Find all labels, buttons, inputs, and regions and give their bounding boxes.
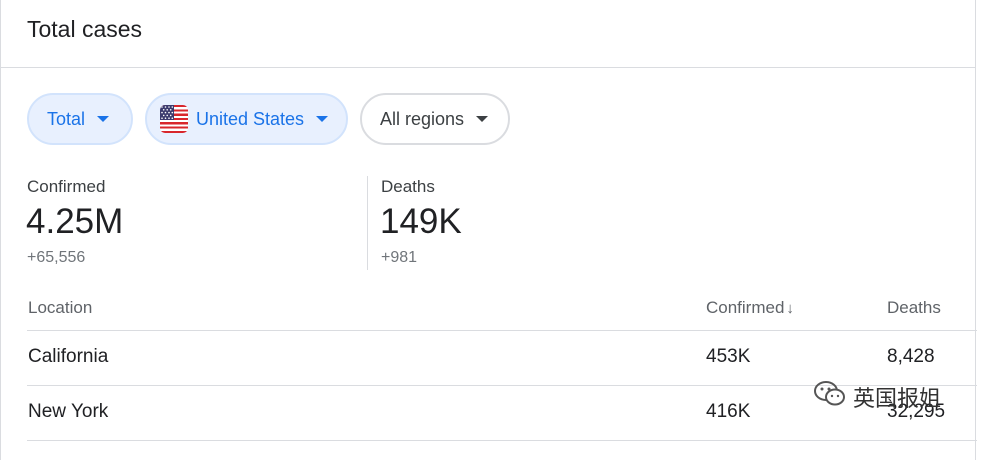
- watermark-text: 英国报姐: [853, 386, 942, 411]
- caret-down-icon: [97, 116, 110, 122]
- caret-down-icon: [316, 116, 329, 122]
- stats-divider: [367, 176, 368, 270]
- row-confirmed: 453K: [706, 346, 751, 367]
- row-location: California: [28, 346, 109, 367]
- caret-down-icon: [476, 116, 489, 122]
- region-dropdown-label: All regions: [380, 108, 465, 129]
- card-title: Total cases: [27, 16, 143, 42]
- us-flag-icon: [160, 105, 188, 133]
- watermark: 英国报姐: [813, 380, 941, 414]
- confirmed-label: Confirmed: [27, 177, 106, 196]
- title-divider: [1, 67, 976, 68]
- deaths-value: 149K: [380, 202, 462, 241]
- location-column-header[interactable]: Location: [28, 298, 92, 318]
- confirmed-value: 4.25M: [26, 202, 124, 241]
- scope-dropdown-label: Total: [47, 108, 86, 129]
- total-cases-card: Total cases Total United States All regi…: [0, 0, 977, 460]
- cases-table: Location Confirmed ↓ Deaths California 45…: [27, 290, 977, 441]
- row-confirmed: 416K: [706, 401, 751, 422]
- confirmed-column-header[interactable]: Confirmed ↓: [706, 298, 794, 318]
- confirmed-delta: +65,556: [27, 249, 86, 266]
- deaths-column-header[interactable]: Deaths: [887, 298, 941, 318]
- deaths-delta: +981: [381, 249, 418, 266]
- scope-dropdown[interactable]: Total: [27, 93, 133, 145]
- sort-down-arrow-icon: ↓: [786, 300, 794, 317]
- country-dropdown[interactable]: United States: [145, 93, 348, 145]
- deaths-label: Deaths: [381, 177, 435, 196]
- country-dropdown-label: United States: [196, 108, 305, 129]
- row-location: New York: [28, 401, 109, 422]
- table-row[interactable]: California 453K 8,428: [27, 331, 977, 386]
- region-dropdown[interactable]: All regions: [360, 93, 510, 145]
- confirmed-column-header-label: Confirmed: [706, 298, 785, 317]
- table-header: Location Confirmed ↓ Deaths: [27, 290, 977, 331]
- wechat-icon: [813, 379, 847, 415]
- row-deaths: 8,428: [887, 346, 935, 367]
